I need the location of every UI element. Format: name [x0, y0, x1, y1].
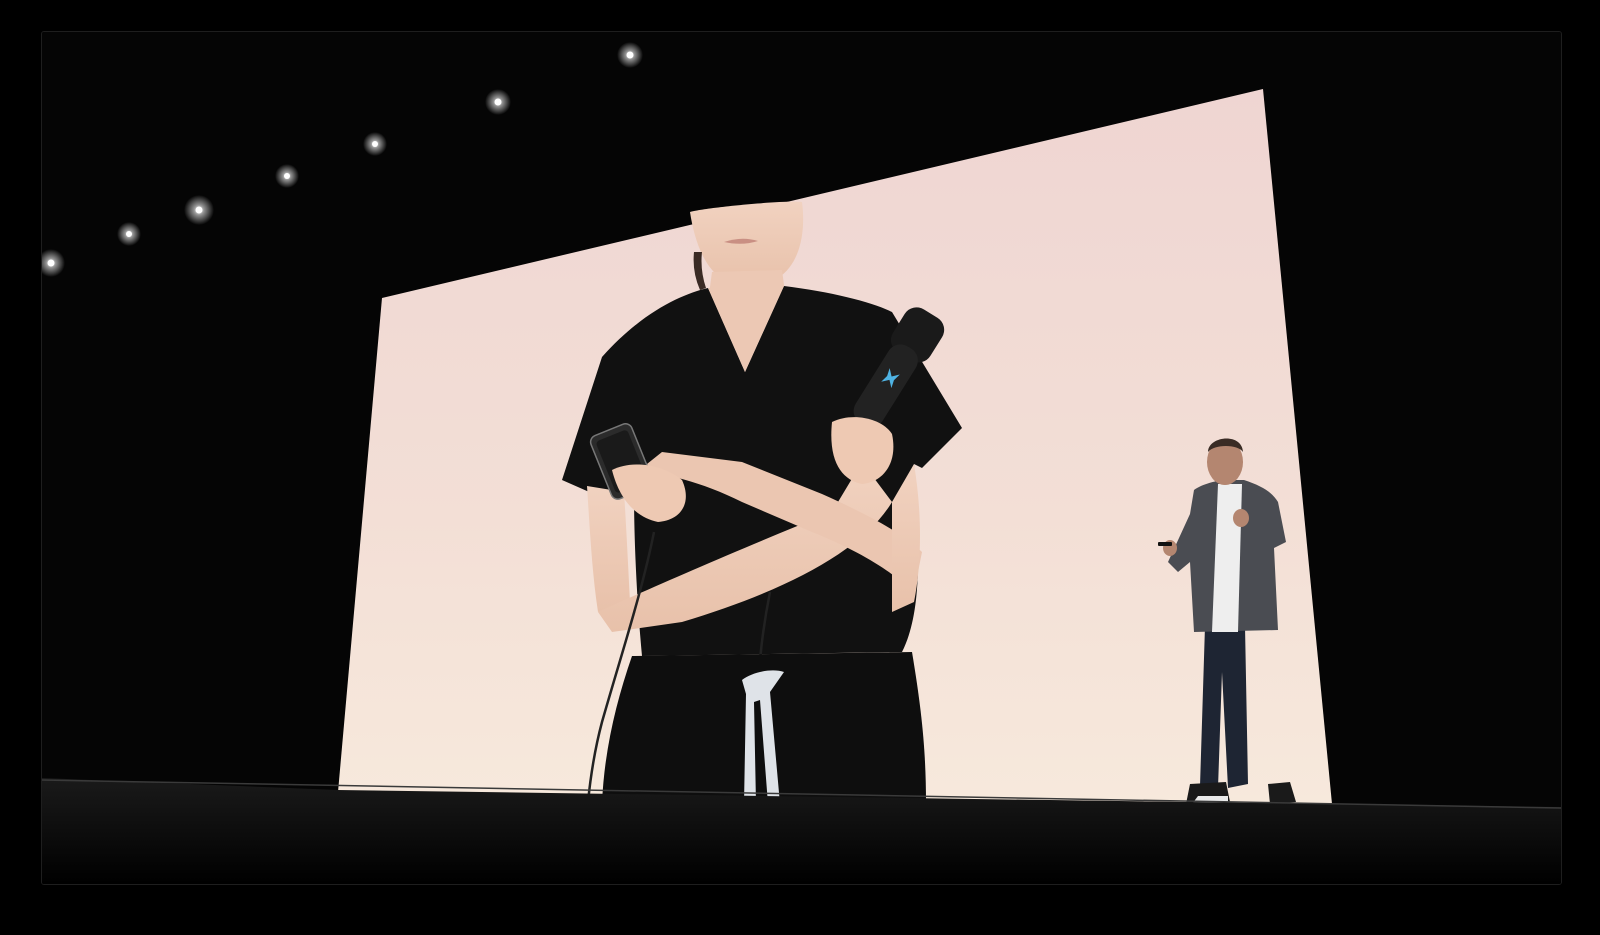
- video-frame: [41, 31, 1562, 885]
- stage-light-core: [47, 259, 55, 267]
- stage-light-core: [284, 173, 290, 179]
- stage-light-core: [372, 141, 378, 147]
- stage-light-core: [494, 98, 502, 106]
- presenter-hand-right: [1233, 509, 1249, 527]
- stage-light-core: [626, 51, 634, 59]
- stage-light-core: [195, 206, 203, 214]
- stage-scene: [42, 32, 1561, 884]
- stage-light-core: [126, 231, 132, 237]
- clicker-remote: [1158, 542, 1172, 546]
